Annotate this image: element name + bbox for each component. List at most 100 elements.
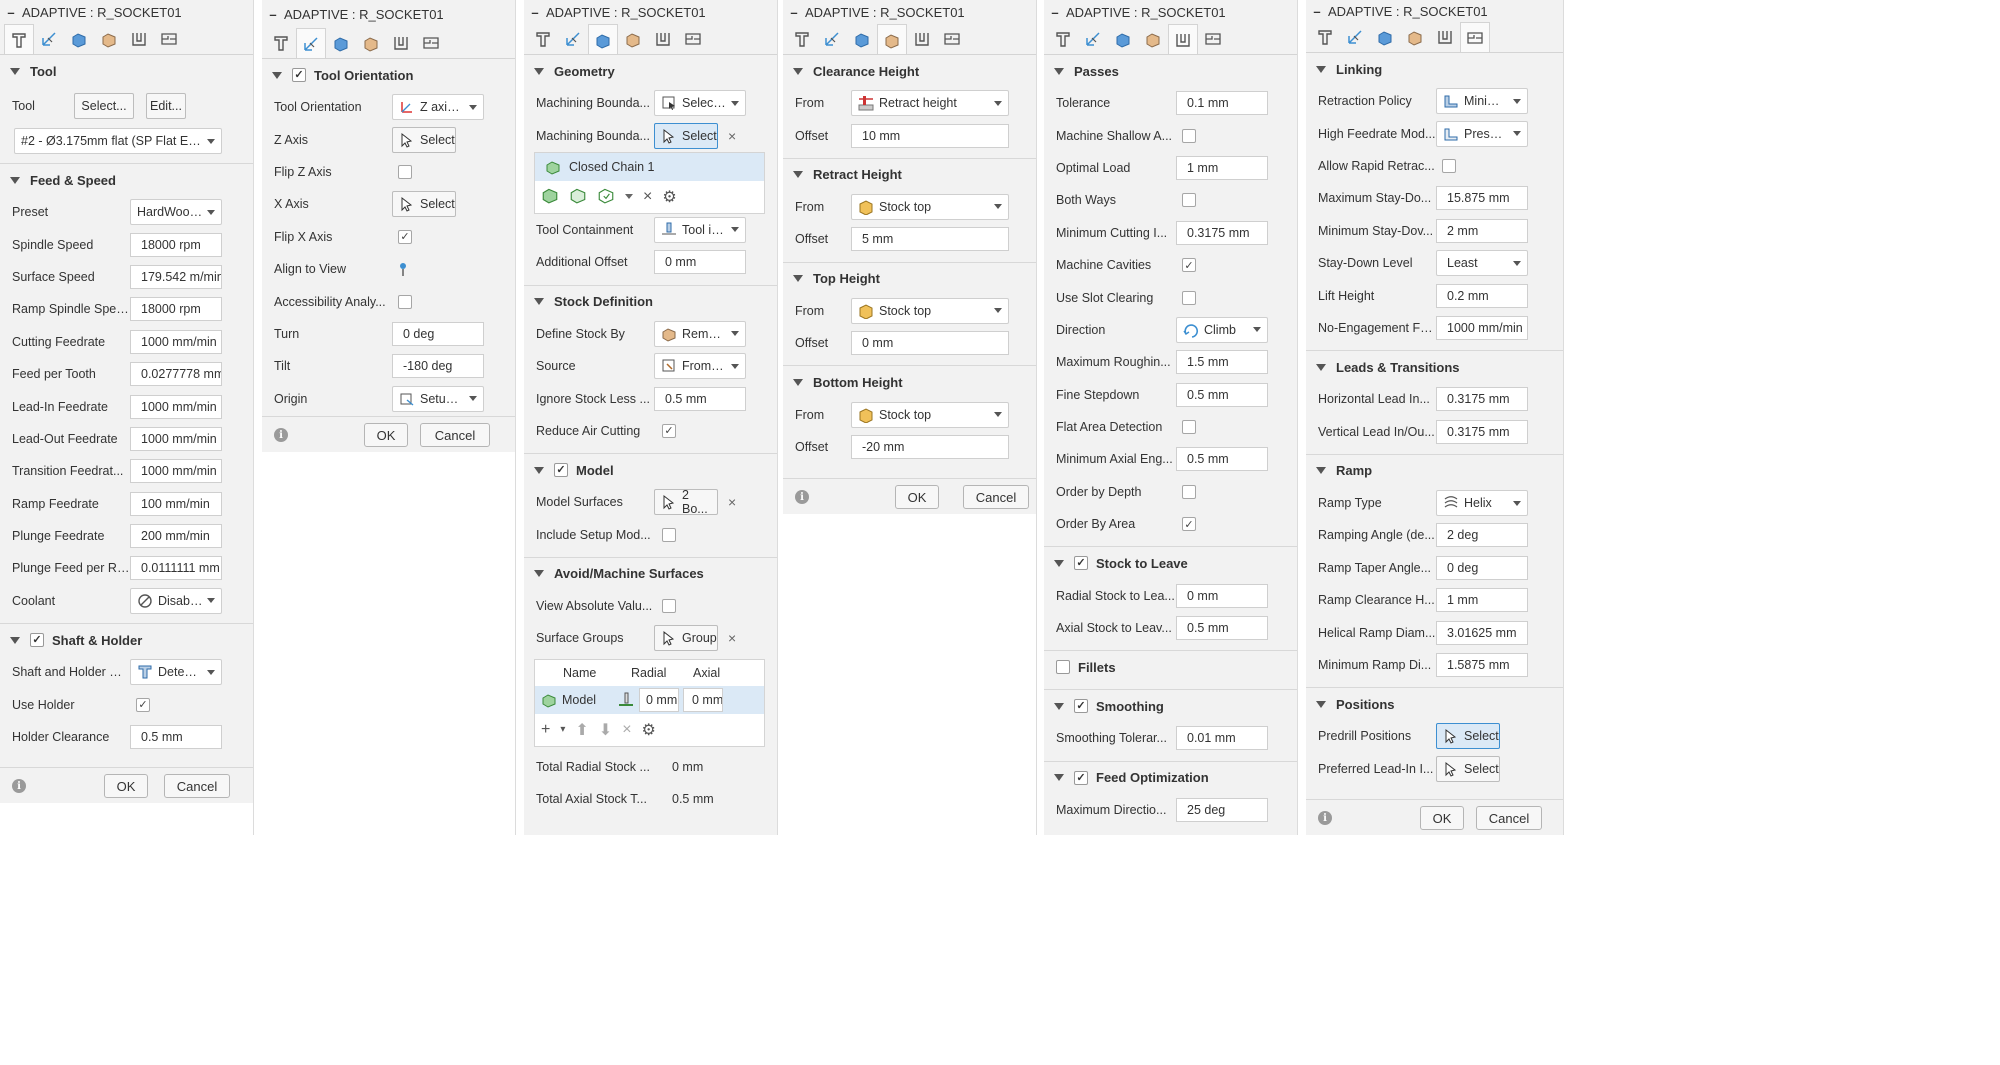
stock-definition-header[interactable]: Stock Definition [524,286,777,318]
collapse-triangle-icon[interactable] [534,67,544,75]
ramp-clearance-field[interactable]: 1 mm [1436,588,1528,613]
tool-tab-icon[interactable] [1048,24,1078,54]
min-ramp-field[interactable]: 1.5875 mm [1436,653,1528,678]
geometry-tab-icon[interactable] [558,24,588,54]
helical-ramp-field[interactable]: 3.01625 mm [1436,620,1528,645]
stay-down-level-dropdown[interactable]: Least [1436,250,1528,277]
shaft-holder-checkbox[interactable]: ✓ [30,633,44,648]
ok-button[interactable]: OK [104,774,148,798]
cancel-button[interactable]: Cancel [164,774,230,798]
chain-tool-icon[interactable] [597,186,615,207]
source-dropdown[interactable]: From pr... [654,353,746,380]
collapse-triangle-icon[interactable] [1054,67,1064,75]
machine-cavities-checkbox[interactable]: ✓ [1182,258,1196,273]
misc-tab-icon[interactable] [1460,22,1490,52]
minimum-cutting-field[interactable]: 0.3175 mm [1176,220,1268,245]
passes-tab-icon[interactable] [356,28,386,58]
fillets-checkbox[interactable] [1056,660,1070,675]
horizontal-lead-field[interactable]: 0.3175 mm [1436,387,1528,412]
avoid-mode-icon[interactable] [618,692,634,708]
bottom-height-header[interactable]: Bottom Height [783,366,1036,398]
cell-axial[interactable]: 0 mm [683,687,723,712]
linking-header[interactable]: Linking [1306,53,1563,85]
passes-tab-icon[interactable] [877,24,907,54]
feed-optimization-checkbox[interactable]: ✓ [1074,770,1088,785]
holder-clearance-field[interactable]: 0.5 mm [130,725,222,750]
tolerance-field[interactable]: 0.1 mm [1176,91,1268,116]
min-axial-field[interactable]: 0.5 mm [1176,447,1268,472]
ramp-header[interactable]: Ramp [1306,455,1563,487]
chain-tool-icon[interactable] [541,186,559,207]
collapse-triangle-icon[interactable] [10,67,20,75]
model-checkbox[interactable]: ✓ [554,463,568,478]
collapse-triangle-icon[interactable] [10,636,20,644]
tool-orientation-header[interactable]: ✓ Tool Orientation [262,59,515,91]
heights-tab-icon[interactable] [1108,24,1138,54]
collapse-triangle-icon[interactable] [534,466,544,474]
misc-tab-icon[interactable] [154,24,184,54]
collapse-icon[interactable]: – [0,5,22,20]
heights-tab-icon[interactable] [1370,22,1400,52]
axial-stock-field[interactable]: 0.5 mm [1176,616,1268,641]
cell-radial[interactable]: 0 mm [639,687,679,712]
misc-tab-icon[interactable] [678,24,708,54]
tool-orientation-checkbox[interactable]: ✓ [292,68,306,82]
collapse-triangle-icon[interactable] [793,171,803,179]
boundary-select-button[interactable]: Select [654,122,718,149]
tool-tab-icon[interactable] [787,24,817,54]
passes-tab-icon[interactable] [618,24,648,54]
vertical-lead-field[interactable]: 0.3175 mm [1436,419,1528,444]
ramp-feedrate-field[interactable]: 100 mm/min [130,491,222,516]
tool-tab-icon[interactable] [1310,22,1340,52]
passes-header[interactable]: Passes [1044,55,1297,87]
tool-edit-button[interactable]: Edit... [146,93,186,119]
collapse-triangle-icon[interactable] [534,570,544,578]
gear-icon[interactable]: ⚙ [642,720,656,740]
geometry-tab-icon[interactable] [1340,22,1370,52]
geometry-tab-icon[interactable] [34,24,64,54]
collapse-triangle-icon[interactable] [534,298,544,306]
passes-tab-icon[interactable] [1138,24,1168,54]
origin-dropdown[interactable]: Setup W... [392,385,484,412]
x-axis-select-button[interactable]: Select [392,191,456,218]
collapse-icon[interactable]: – [262,7,284,22]
model-header[interactable]: ✓ Model [524,454,777,486]
ok-button[interactable]: OK [364,423,408,447]
ramp-type-dropdown[interactable]: Helix [1436,490,1528,517]
max-direction-field[interactable]: 25 deg [1176,797,1268,822]
plunge-feedrate-field[interactable]: 200 mm/min [130,524,222,549]
plunge-feed-per-rev-field[interactable]: 0.0111111 mm [130,556,222,581]
order-area-checkbox[interactable]: ✓ [1182,517,1196,532]
misc-tab-icon[interactable] [1198,24,1228,54]
heights-tab-icon[interactable] [588,24,618,54]
info-icon[interactable]: i [1318,811,1332,825]
cancel-button[interactable]: Cancel [1476,806,1542,830]
table-row[interactable]: Model 0 mm 0 mm [535,685,764,714]
lead-out-feedrate-field[interactable]: 1000 mm/min [130,426,222,451]
offset-field[interactable]: 5 mm [851,227,1009,252]
ok-button[interactable]: OK [1420,806,1464,830]
flat-area-checkbox[interactable] [1182,420,1196,435]
chevron-down-icon[interactable]: ▾ [560,724,565,735]
surface-groups-button[interactable]: Group [654,625,718,652]
geometry-tab-icon[interactable] [296,28,326,58]
clear-icon[interactable]: × [728,128,736,144]
offset-field[interactable]: -20 mm [851,434,1009,459]
geometry-tab-icon[interactable] [817,24,847,54]
cutting-feedrate-field[interactable]: 1000 mm/min [130,329,222,354]
ramp-taper-field[interactable]: 0 deg [1436,555,1528,580]
surface-speed-field[interactable]: 179.542 m/min [130,264,222,289]
tool-containment-dropdown[interactable]: Tool ins... [654,216,746,243]
misc-tab-icon[interactable] [937,24,967,54]
lead-in-feedrate-field[interactable]: 1000 mm/min [130,394,222,419]
align-view-icon[interactable] [396,261,410,277]
ok-button[interactable]: OK [895,485,939,509]
tool-tab-icon[interactable] [4,24,34,54]
ramp-spindle-field[interactable]: 18000 rpm [130,297,222,322]
delete-icon[interactable]: × [643,188,652,206]
offset-field[interactable]: 0 mm [851,331,1009,356]
feed-speed-header[interactable]: Feed & Speed [0,164,253,196]
rapid-retract-checkbox[interactable] [1442,158,1456,173]
collapse-triangle-icon[interactable] [793,275,803,283]
include-setup-checkbox[interactable] [662,527,676,542]
